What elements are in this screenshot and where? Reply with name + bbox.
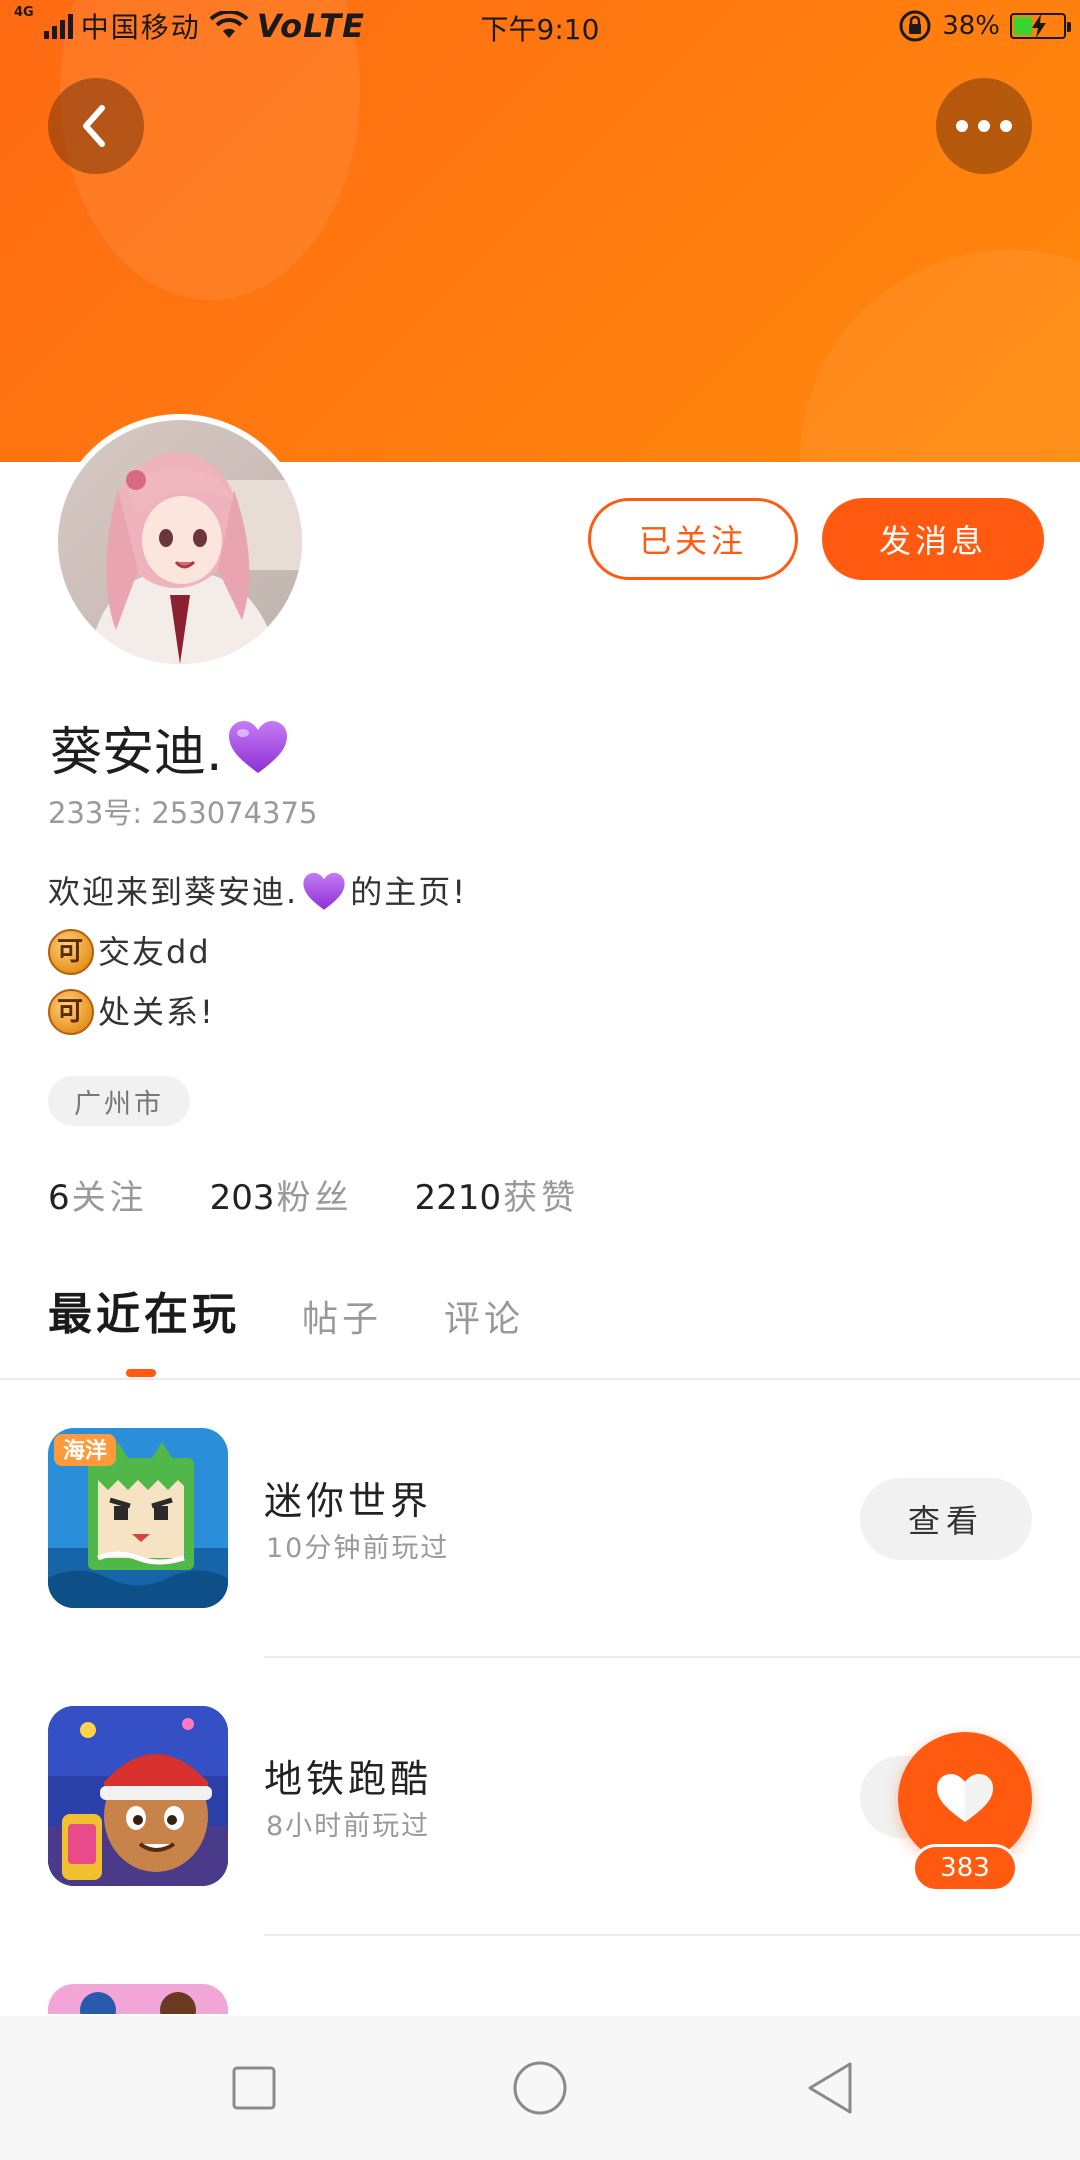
bio-line: 欢迎来到葵安迪. 的主页! (48, 862, 467, 922)
like-count-badge: 383 (912, 1844, 1018, 1892)
back-button[interactable] (48, 78, 144, 174)
more-horizontal-icon (956, 120, 1012, 132)
triangle-back-icon (808, 2062, 852, 2114)
followers-label: 粉丝 (276, 1178, 353, 1218)
following-count: 6 (48, 1178, 70, 1218)
battery-percent: 38% (942, 11, 1000, 41)
bio-text: 的主页! (350, 873, 468, 911)
ke-badge-icon: 可 (48, 929, 94, 975)
heart-icon (937, 1774, 993, 1822)
circle-icon (513, 2061, 567, 2115)
profile-stats: 6 关注 203 粉丝 2210 获赞 (48, 1170, 579, 1219)
bio-line: 可 处关系! (48, 982, 467, 1042)
recent-apps-button[interactable] (224, 2058, 284, 2118)
game-icon (48, 1984, 228, 2014)
nickname-text: 葵安迪. (50, 723, 223, 783)
square-icon (232, 2066, 276, 2110)
bio-line: 可 交友dd (48, 922, 467, 982)
system-navigation-bar (0, 2016, 1080, 2160)
rotation-lock-icon (899, 10, 931, 42)
followed-button[interactable]: 已关注 (588, 498, 798, 580)
more-button[interactable] (936, 78, 1032, 174)
view-game-button[interactable]: 查看 (860, 1478, 1032, 1560)
home-button[interactable] (510, 2058, 570, 2118)
subway-surfers-game-icon (48, 1706, 228, 1886)
following-label: 关注 (71, 1178, 148, 1218)
battery-icon (1010, 13, 1071, 39)
bio-text: 处关系! (98, 993, 215, 1031)
game-list-item[interactable]: 海洋 迷你世界 10分钟前玩过 查看 (0, 1380, 1080, 1658)
banner-decoration (800, 250, 1080, 462)
bio-text: 欢迎来到葵安迪. (48, 873, 299, 911)
active-tab-indicator (126, 1369, 156, 1377)
bio-text: 交友dd (98, 933, 211, 971)
avatar[interactable] (52, 414, 308, 670)
profile-tabs: 最近在玩 帖子 评论 (48, 1278, 524, 1342)
bio: 欢迎来到葵安迪. 的主页! 可 交友dd 可 处关系! (48, 862, 467, 1042)
location-tag: 广州市 (48, 1076, 190, 1126)
likes-label: 获赞 (503, 1178, 580, 1218)
status-bar-right: 38% (898, 8, 1071, 44)
likes-stat: 2210 获赞 (415, 1170, 580, 1219)
tab-comments[interactable]: 评论 (444, 1290, 524, 1342)
likes-count: 2210 (414, 1178, 502, 1218)
followers-stat[interactable]: 203 粉丝 (210, 1170, 353, 1219)
purple-heart-icon (303, 872, 345, 910)
game-last-played: 8小时前玩过 (266, 1811, 431, 1842)
game-name: 迷你世界 (264, 1479, 433, 1523)
chevron-left-icon (83, 105, 105, 147)
divider (264, 1934, 1080, 1936)
purple-heart-icon (228, 720, 287, 773)
game-name: 地铁跑酷 (264, 1757, 433, 1801)
tab-posts[interactable]: 帖子 (302, 1290, 382, 1342)
nickname: 葵安迪. (50, 710, 289, 785)
status-bar: 4G 中国移动 VoLTE 下午9:10 38% (0, 0, 1080, 52)
ke-badge-icon: 可 (48, 989, 94, 1035)
followers-count: 203 (209, 1178, 275, 1218)
following-stat[interactable]: 6 关注 (48, 1170, 148, 1219)
avatar-image (58, 420, 302, 664)
send-message-button[interactable]: 发消息 (822, 498, 1044, 580)
user-id: 233号: 253074375 (48, 796, 318, 830)
charging-bolt-icon (1032, 14, 1046, 38)
game-last-played: 10分钟前玩过 (266, 1533, 450, 1564)
profile-banner (0, 0, 1080, 462)
system-back-button[interactable] (800, 2058, 860, 2118)
tab-recently-played[interactable]: 最近在玩 (48, 1278, 240, 1342)
svg-text:海洋: 海洋 (63, 1438, 107, 1464)
mini-world-game-icon: 海洋 (48, 1428, 228, 1608)
